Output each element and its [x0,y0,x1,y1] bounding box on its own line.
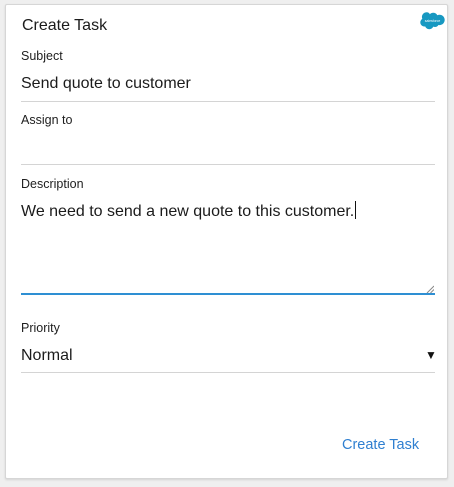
dropdown-triangle-icon[interactable]: ▼ [425,348,437,362]
priority-select[interactable]: Normal [21,347,435,365]
assign-to-input[interactable] [21,139,435,159]
salesforce-logo-icon: salesforce [420,12,445,30]
create-task-button[interactable]: Create Task [342,437,419,453]
subject-label: Subject [21,49,63,63]
assign-to-label: Assign to [21,113,73,127]
subject-input[interactable]: Send quote to customer [21,75,435,93]
subject-underline [21,101,435,102]
description-label: Description [21,177,84,191]
description-underline-focused [21,293,435,295]
text-caret [355,201,357,219]
priority-label: Priority [21,321,60,335]
resize-handle-icon[interactable] [426,285,434,293]
description-textarea[interactable]: We need to send a new quote to this cust… [21,201,435,293]
description-text: We need to send a new quote to this cust… [21,203,355,220]
svg-text:salesforce: salesforce [425,19,441,23]
dialog-title: Create Task [22,17,108,34]
create-task-dialog: Create Task salesforce Subject Send quot… [5,4,448,479]
assign-to-underline [21,164,435,165]
priority-underline [21,372,435,373]
